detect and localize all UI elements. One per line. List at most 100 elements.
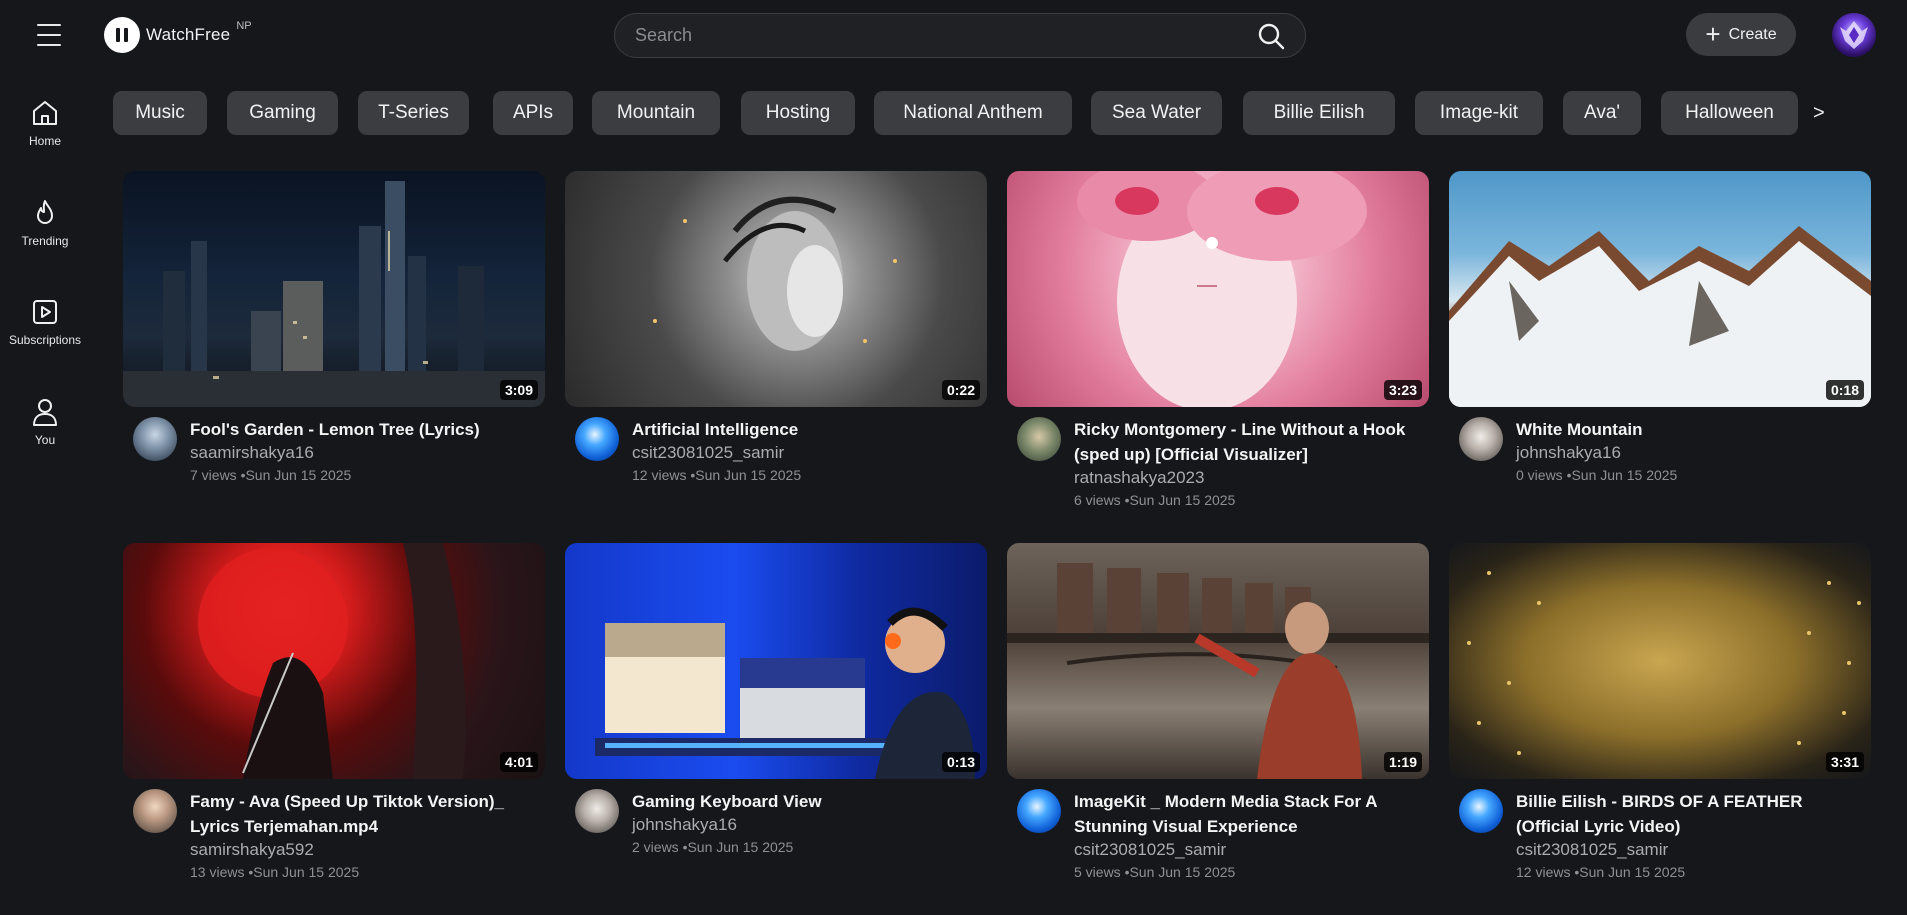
video-stats: 6 views •Sun Jun 15 2025 [1074, 492, 1236, 508]
create-label: Create [1728, 25, 1777, 43]
channel-name[interactable]: johnshakya16 [632, 814, 977, 836]
video-title[interactable]: Artificial Intelligence [632, 417, 977, 442]
sidebar-item-home[interactable]: Home [0, 98, 90, 148]
search-button[interactable] [1245, 14, 1297, 57]
channel-avatar[interactable] [133, 417, 177, 461]
channel-avatar[interactable] [575, 789, 619, 833]
logo[interactable]: WatchFree NP [104, 17, 252, 53]
video-meta: Gaming Keyboard View johnshakya16 2 view… [565, 789, 987, 858]
video-thumbnail[interactable]: 0:22 [565, 171, 987, 407]
user-avatar[interactable] [1832, 13, 1876, 57]
channel-name[interactable]: johnshakya16 [1516, 442, 1861, 464]
channel-name[interactable]: csit23081025_samir [1516, 839, 1861, 861]
channel-name[interactable]: saamirshakya16 [190, 442, 535, 464]
video-card[interactable]: 0:18 White Mountain johnshakya16 0 views… [1449, 171, 1871, 486]
chip[interactable]: Image-kit [1415, 91, 1543, 135]
chip[interactable]: Billie Eilish [1243, 91, 1395, 135]
channel-name[interactable]: samirshakya592 [190, 839, 535, 861]
logo-text: WatchFree [146, 25, 231, 44]
menu-icon[interactable] [34, 22, 64, 48]
sidebar-item-you[interactable]: You [0, 397, 90, 447]
sidebar-item-label: Home [28, 134, 61, 148]
video-stats: 12 views •Sun Jun 15 2025 [1516, 864, 1686, 880]
video-card[interactable]: 4:01 Famy - Ava (Speed Up Tiktok Version… [123, 543, 545, 883]
video-title[interactable]: Billie Eilish - BIRDS OF A FEATHER (Offi… [1516, 789, 1861, 839]
duration-badge: 4:01 [499, 752, 538, 772]
channel-name[interactable]: csit23081025_samir [632, 442, 977, 464]
channel-avatar[interactable] [575, 417, 619, 461]
duration-badge: 0:13 [941, 752, 980, 772]
anime-girl-art [1077, 171, 1367, 407]
video-thumbnail[interactable]: 1:19 [1007, 543, 1429, 779]
video-title[interactable]: White Mountain [1516, 417, 1861, 442]
channel-avatar[interactable] [1459, 789, 1503, 833]
video-card[interactable]: 3:09 Fool's Garden - Lemon Tree (Lyrics)… [123, 171, 545, 486]
video-thumbnail[interactable]: 3:09 [123, 171, 545, 407]
video-meta: Billie Eilish - BIRDS OF A FEATHER (Offi… [1449, 789, 1871, 883]
avatar-emblem-icon [1840, 21, 1868, 49]
video-meta: ImageKit _ Modern Media Stack For A Stun… [1007, 789, 1429, 883]
sidebar-item-label: Trending [21, 234, 69, 248]
video-meta: White Mountain johnshakya16 0 views •Sun… [1449, 417, 1871, 486]
search-input[interactable] [615, 14, 1245, 57]
chip[interactable]: Sea Water [1091, 91, 1222, 135]
video-thumbnail[interactable]: 3:31 [1449, 543, 1871, 779]
category-chips: Music Gaming T-Series APIs Mountain Host… [113, 91, 1867, 135]
video-title[interactable]: Fool's Garden - Lemon Tree (Lyrics) [190, 417, 535, 442]
video-title[interactable]: ImageKit _ Modern Media Stack For A Stun… [1074, 789, 1419, 839]
channel-name[interactable]: csit23081025_samir [1074, 839, 1419, 861]
chips-next-button[interactable]: > [1813, 91, 1825, 135]
mountain-art [1449, 226, 1871, 407]
video-card[interactable]: 0:22 Artificial Intelligence csit2308102… [565, 171, 987, 486]
video-meta: Fool's Garden - Lemon Tree (Lyrics) saam… [123, 417, 545, 486]
gaming-setup-art [595, 607, 975, 779]
chip[interactable]: T-Series [358, 91, 469, 135]
chip[interactable]: Gaming [227, 91, 338, 135]
video-stats: 0 views •Sun Jun 15 2025 [1516, 467, 1678, 483]
video-card[interactable]: 3:23 Ricky Montgomery - Line Without a H… [1007, 171, 1429, 511]
video-title[interactable]: Ricky Montgomery - Line Without a Hook (… [1074, 417, 1419, 467]
create-button[interactable]: + Create [1686, 13, 1796, 56]
chip[interactable]: National Anthem [874, 91, 1072, 135]
gold-particles-art [1467, 571, 1861, 755]
chip[interactable]: Mountain [592, 91, 720, 135]
video-title[interactable]: Famy - Ava (Speed Up Tiktok Version)_ Ly… [190, 789, 535, 839]
pause-logo-icon [104, 17, 140, 53]
sidebar-item-subscriptions[interactable]: Subscriptions [0, 297, 90, 347]
home-icon [33, 101, 57, 125]
chip[interactable]: Hosting [741, 91, 855, 135]
video-thumbnail[interactable]: 0:13 [565, 543, 987, 779]
city-skyline-art [123, 181, 545, 407]
plus-icon: + [1705, 18, 1721, 49]
video-card[interactable]: 1:19 ImageKit _ Modern Media Stack For A… [1007, 543, 1429, 883]
channel-avatar[interactable] [1459, 417, 1503, 461]
chip[interactable]: APIs [493, 91, 573, 135]
video-card[interactable]: 3:31 Billie Eilish - BIRDS OF A FEATHER … [1449, 543, 1871, 883]
sidebar-item-label: Subscriptions [8, 333, 82, 347]
sidebar-item-trending[interactable]: Trending [0, 198, 90, 248]
video-meta: Artificial Intelligence csit23081025_sam… [565, 417, 987, 486]
ai-face-art [653, 196, 897, 351]
video-stats: 5 views •Sun Jun 15 2025 [1074, 864, 1236, 880]
chip[interactable]: Ava' [1563, 91, 1641, 135]
video-thumbnail[interactable]: 0:18 [1449, 171, 1871, 407]
channel-avatar[interactable] [1017, 417, 1061, 461]
duration-badge: 3:09 [499, 380, 538, 400]
flame-icon [37, 200, 53, 224]
search-icon [1258, 23, 1285, 49]
logo-region: NP [236, 20, 252, 32]
duration-badge: 3:31 [1825, 752, 1864, 772]
chip[interactable]: Halloween [1661, 91, 1798, 135]
chip[interactable]: Music [113, 91, 207, 135]
channel-name[interactable]: ratnashakya2023 [1074, 467, 1419, 489]
video-title[interactable]: Gaming Keyboard View [632, 789, 977, 814]
video-card[interactable]: 0:13 Gaming Keyboard View johnshakya16 2… [565, 543, 987, 858]
search-bar [614, 13, 1306, 58]
video-thumbnail[interactable]: 3:23 [1007, 171, 1429, 407]
video-stats: 7 views •Sun Jun 15 2025 [190, 467, 352, 483]
video-thumbnail[interactable]: 4:01 [123, 543, 545, 779]
channel-avatar[interactable] [133, 789, 177, 833]
channel-avatar[interactable] [1017, 789, 1061, 833]
red-moon-samurai-art [198, 543, 466, 779]
video-stats: 13 views •Sun Jun 15 2025 [190, 864, 360, 880]
